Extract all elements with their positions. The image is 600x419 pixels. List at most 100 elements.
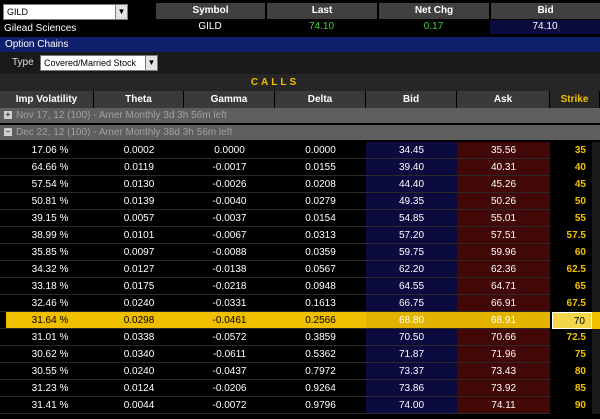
table-row[interactable]: 34.32 % 0.0127 -0.0138 0.0567 62.20 62.36 62.5 (0, 261, 600, 278)
theta-cell[interactable]: 0.0057 (94, 210, 184, 227)
bid-cell[interactable]: 44.40 (366, 176, 457, 193)
implied-volatility-cell[interactable]: 50.81 % (6, 193, 94, 210)
expiry-group-dec[interactable]: − Dec 22, 12 (100) - Amer Monthly 38d 3h … (0, 125, 600, 140)
delta-cell[interactable]: 0.0154 (275, 210, 366, 227)
theta-cell[interactable]: 0.0127 (94, 261, 184, 278)
bid-cell[interactable]: 59.75 (366, 244, 457, 261)
implied-volatility-cell[interactable]: 30.55 % (6, 363, 94, 380)
table-row-selected[interactable]: 31.64 % 0.0298 -0.0461 0.2566 68.80 68.91 70 (0, 312, 600, 329)
implied-volatility-cell[interactable]: 35.85 % (6, 244, 94, 261)
expiry-group-nov[interactable]: + Nov 17, 12 (100) - Amer Monthly 3d 3h 5… (0, 108, 600, 123)
strike-cell[interactable]: 40 (552, 159, 592, 176)
bid-cell[interactable]: 34.45 (366, 142, 457, 159)
gamma-cell[interactable]: -0.0331 (184, 295, 275, 312)
theta-cell[interactable]: 0.0139 (94, 193, 184, 210)
gamma-cell[interactable]: -0.0067 (184, 227, 275, 244)
table-row[interactable]: 32.46 % 0.0240 -0.0331 0.1613 66.75 66.91 67.5 (0, 295, 600, 312)
delta-cell[interactable]: 0.0155 (275, 159, 366, 176)
ask-cell[interactable]: 64.71 (457, 278, 550, 295)
ask-cell[interactable]: 62.36 (457, 261, 550, 278)
delta-cell[interactable]: 0.0279 (275, 193, 366, 210)
bid-cell[interactable]: 74.00 (366, 397, 457, 414)
strike-cell[interactable]: 65 (552, 278, 592, 295)
bid-cell[interactable]: 73.86 (366, 380, 457, 397)
ask-cell[interactable]: 35.56 (457, 142, 550, 159)
col-theta[interactable]: Theta (94, 91, 184, 108)
theta-cell[interactable]: 0.0340 (94, 346, 184, 363)
gamma-cell[interactable]: -0.0218 (184, 278, 275, 295)
theta-cell[interactable]: 0.0097 (94, 244, 184, 261)
delta-cell[interactable]: 0.0359 (275, 244, 366, 261)
table-row[interactable]: 57.54 % 0.0130 -0.0026 0.0208 44.40 45.26 45 (0, 176, 600, 193)
table-row[interactable]: 17.06 % 0.0002 0.0000 0.0000 34.45 35.56 35 (0, 142, 600, 159)
implied-volatility-cell[interactable]: 17.06 % (6, 142, 94, 159)
col-gamma[interactable]: Gamma (184, 91, 275, 108)
ask-cell[interactable]: 74.11 (457, 397, 550, 414)
strike-cell[interactable]: 75 (552, 346, 592, 363)
strike-cell[interactable]: 62.5 (552, 261, 592, 278)
gamma-cell[interactable]: -0.0017 (184, 159, 275, 176)
bid-cell[interactable]: 54.85 (366, 210, 457, 227)
theta-cell[interactable]: 0.0044 (94, 397, 184, 414)
strike-cell[interactable]: 60 (552, 244, 592, 261)
gamma-cell[interactable]: -0.0437 (184, 363, 275, 380)
strike-cell[interactable]: 85 (552, 380, 592, 397)
table-row[interactable]: 31.01 % 0.0338 -0.0572 0.3859 70.50 70.66 72.5 (0, 329, 600, 346)
implied-volatility-cell[interactable]: 31.23 % (6, 380, 94, 397)
delta-cell[interactable]: 0.5362 (275, 346, 366, 363)
bid-cell[interactable]: 70.50 (366, 329, 457, 346)
theta-cell[interactable]: 0.0240 (94, 363, 184, 380)
type-select[interactable]: Covered/Married Stock ▼ (40, 55, 158, 71)
gamma-cell[interactable]: -0.0088 (184, 244, 275, 261)
chevron-down-icon[interactable]: ▼ (145, 56, 157, 70)
bid-cell[interactable]: 64.55 (366, 278, 457, 295)
implied-volatility-cell[interactable]: 64.66 % (6, 159, 94, 176)
bid-cell[interactable]: 62.20 (366, 261, 457, 278)
delta-cell[interactable]: 0.0567 (275, 261, 366, 278)
table-row[interactable]: 31.23 % 0.0124 -0.0206 0.9264 73.86 73.92 85 (0, 380, 600, 397)
table-row[interactable]: 64.66 % 0.0119 -0.0017 0.0155 39.40 40.31 40 (0, 159, 600, 176)
ask-cell[interactable]: 59.96 (457, 244, 550, 261)
chevron-down-icon[interactable]: ▼ (115, 5, 127, 19)
table-row[interactable]: 35.85 % 0.0097 -0.0088 0.0359 59.75 59.96 60 (0, 244, 600, 261)
minus-square-icon[interactable]: − (4, 128, 12, 137)
theta-cell[interactable]: 0.0338 (94, 329, 184, 346)
theta-cell[interactable]: 0.0124 (94, 380, 184, 397)
implied-volatility-cell[interactable]: 57.54 % (6, 176, 94, 193)
gamma-cell[interactable]: -0.0072 (184, 397, 275, 414)
bid-cell[interactable]: 71.87 (366, 346, 457, 363)
theta-cell[interactable]: 0.0002 (94, 142, 184, 159)
theta-cell[interactable]: 0.0119 (94, 159, 184, 176)
strike-cell[interactable]: 55 (552, 210, 592, 227)
bid-cell[interactable]: 39.40 (366, 159, 457, 176)
table-row[interactable]: 39.15 % 0.0057 -0.0037 0.0154 54.85 55.01 55 (0, 210, 600, 227)
table-row[interactable]: 33.18 % 0.0175 -0.0218 0.0948 64.55 64.71 65 (0, 278, 600, 295)
table-row[interactable]: 30.62 % 0.0340 -0.0611 0.5362 71.87 71.96 75 (0, 346, 600, 363)
theta-cell[interactable]: 0.0175 (94, 278, 184, 295)
col-imp-volatility[interactable]: Imp Volatility (0, 91, 94, 108)
col-delta[interactable]: Delta (275, 91, 366, 108)
theta-cell[interactable]: 0.0298 (94, 312, 184, 329)
theta-cell[interactable]: 0.0101 (94, 227, 184, 244)
delta-cell[interactable]: 0.0000 (275, 142, 366, 159)
delta-cell[interactable]: 0.3859 (275, 329, 366, 346)
implied-volatility-cell[interactable]: 30.62 % (6, 346, 94, 363)
theta-cell[interactable]: 0.0240 (94, 295, 184, 312)
implied-volatility-cell[interactable]: 34.32 % (6, 261, 94, 278)
gamma-cell[interactable]: -0.0611 (184, 346, 275, 363)
delta-cell[interactable]: 0.2566 (275, 312, 366, 329)
col-bid[interactable]: Bid (366, 91, 457, 108)
strike-cell[interactable]: 72.5 (552, 329, 592, 346)
bid-cell[interactable]: 49.35 (366, 193, 457, 210)
table-row[interactable]: 50.81 % 0.0139 -0.0040 0.0279 49.35 50.26 50 (0, 193, 600, 210)
implied-volatility-cell[interactable]: 39.15 % (6, 210, 94, 227)
bid-cell[interactable]: 57.20 (366, 227, 457, 244)
ask-cell[interactable]: 73.43 (457, 363, 550, 380)
ask-cell[interactable]: 68.91 (457, 312, 550, 329)
delta-cell[interactable]: 0.0208 (275, 176, 366, 193)
strike-cell[interactable]: 80 (552, 363, 592, 380)
gamma-cell[interactable]: -0.0138 (184, 261, 275, 278)
gamma-cell[interactable]: -0.0461 (184, 312, 275, 329)
delta-cell[interactable]: 0.9796 (275, 397, 366, 414)
plus-square-icon[interactable]: + (4, 111, 12, 120)
